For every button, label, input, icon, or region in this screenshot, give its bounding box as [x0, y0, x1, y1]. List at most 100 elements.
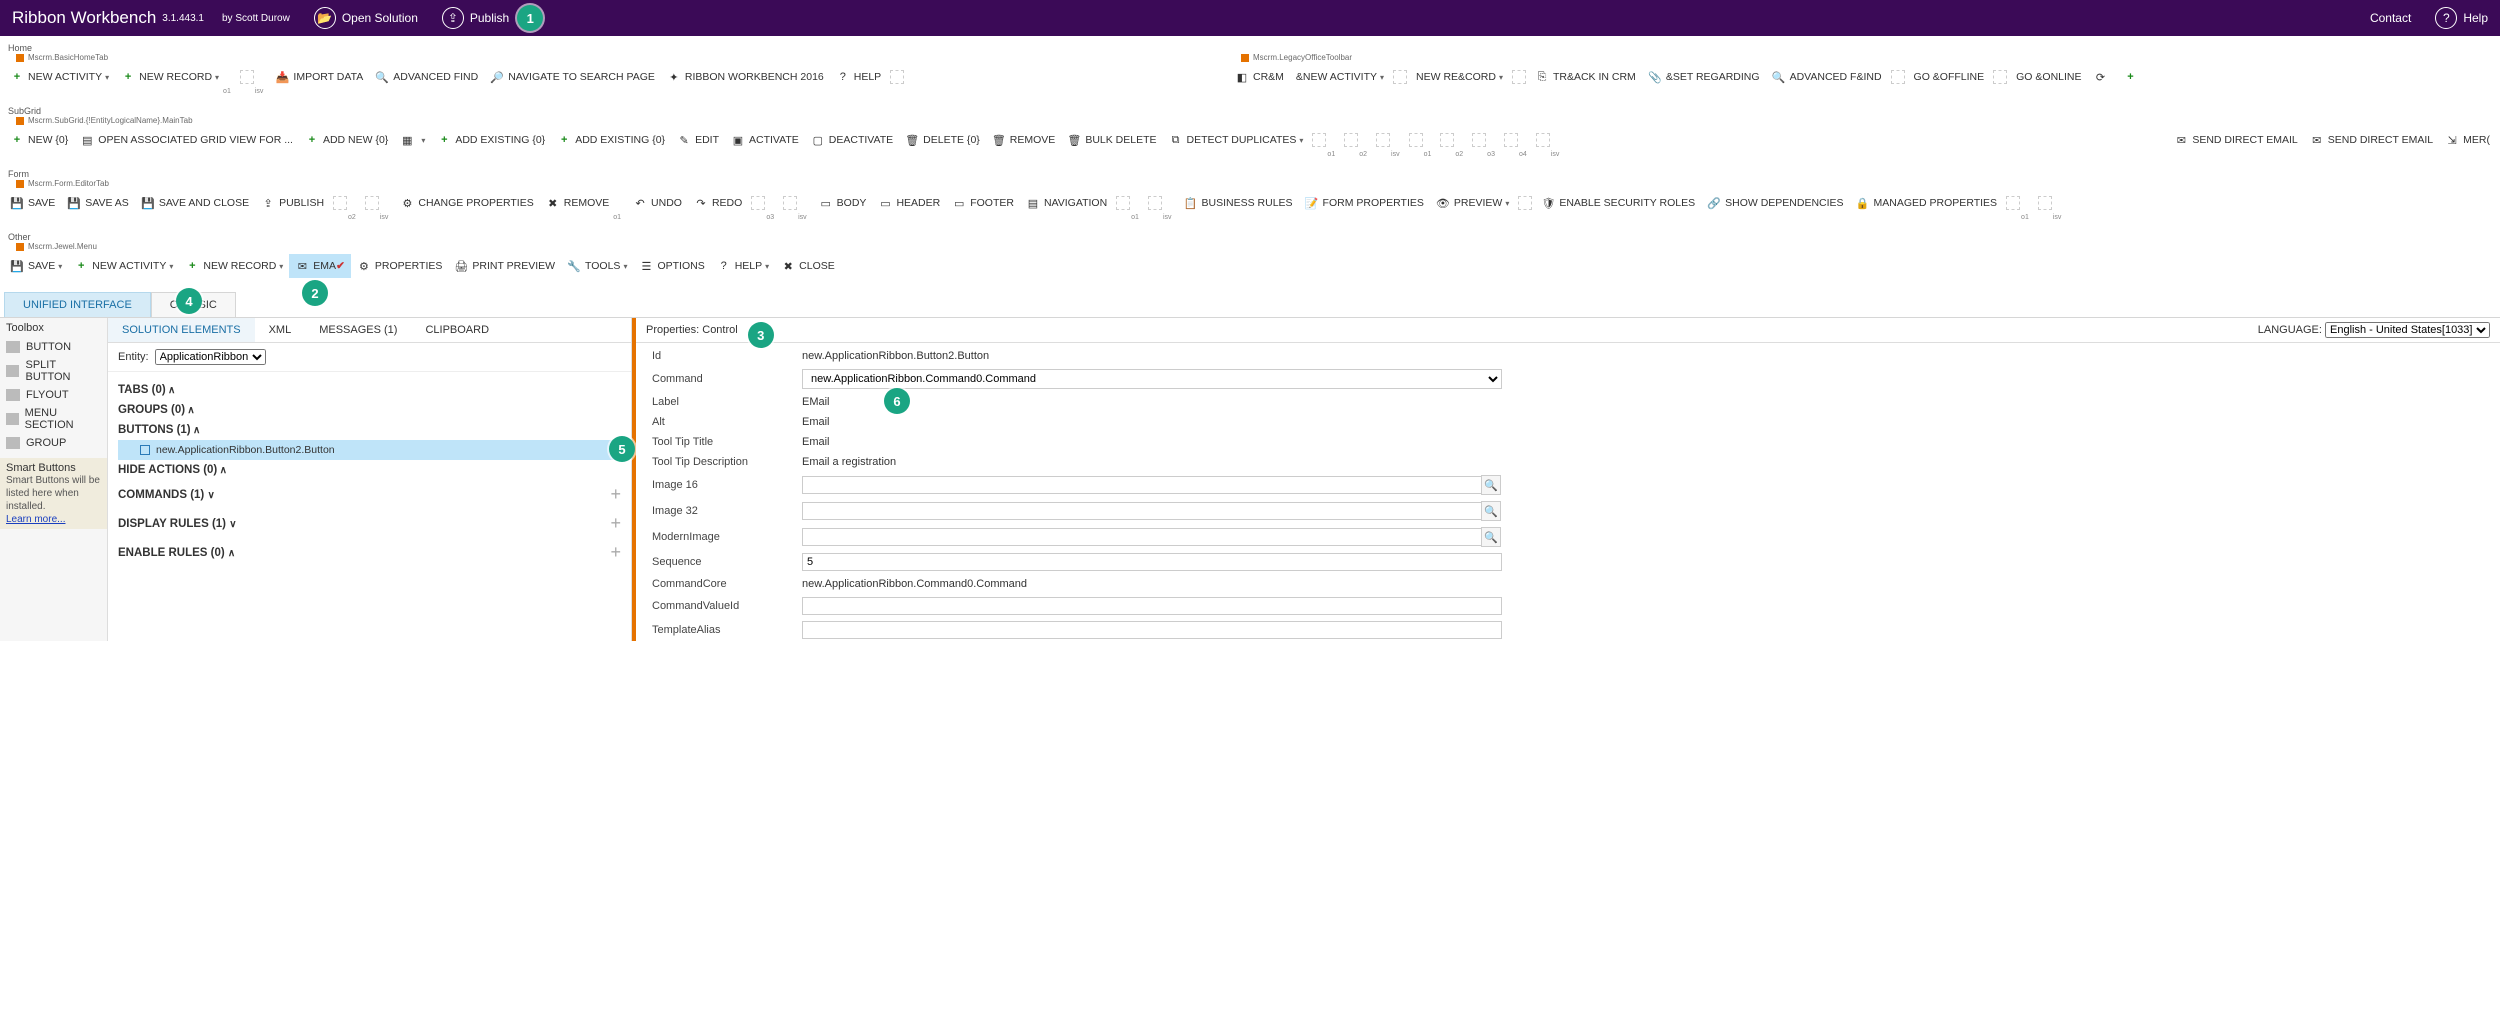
prop-templatealias-input[interactable] [802, 621, 1502, 639]
lookup-button[interactable]: 🔍 [1481, 527, 1501, 547]
prop-label-value[interactable]: EMail [802, 394, 830, 410]
activate-button[interactable]: ▣ACTIVATE [725, 128, 805, 152]
subtab-clipboard[interactable]: CLIPBOARD [411, 318, 503, 342]
placeholder-slot[interactable] [1393, 70, 1407, 84]
placeholder-slot[interactable] [333, 196, 347, 210]
placeholder-slot[interactable] [2038, 196, 2052, 210]
prop-modernimage-input[interactable] [802, 528, 1482, 546]
tree-display[interactable]: DISPLAY RULES (1) ∨+ [118, 509, 621, 538]
placeholder-slot[interactable] [1472, 133, 1486, 147]
other-new-record-button[interactable]: +NEW RECORD▾ [179, 254, 289, 278]
merge-button[interactable]: ⇲MER( [2439, 128, 2496, 152]
prop-commandvalueid-input[interactable] [802, 597, 1502, 615]
save-button[interactable]: 💾SAVE [4, 191, 61, 215]
subtab-xml[interactable]: XML [255, 318, 306, 342]
email-ribbon-button[interactable]: ✉EMA✔ [289, 254, 351, 278]
add-existing2-button[interactable]: +ADD EXISTING {0} [551, 128, 671, 152]
tree-commands[interactable]: COMMANDS (1) ∨+ [118, 480, 621, 509]
business-rules-button[interactable]: 📋BUSINESS RULES [1178, 191, 1299, 215]
close-button[interactable]: ✖CLOSE [775, 254, 841, 278]
tree-tabs[interactable]: TABS (0)∧ [118, 380, 621, 400]
lookup-button[interactable]: 🔍 [1481, 501, 1501, 521]
properties-button[interactable]: ⚙PROPERTIES [351, 254, 449, 278]
bulk-delete-button[interactable]: 🗑BULK DELETE [1061, 128, 1162, 152]
help-button[interactable]: ? Help [2435, 7, 2488, 29]
placeholder-slot[interactable] [890, 70, 904, 84]
placeholder-slot[interactable] [1440, 133, 1454, 147]
footer-button[interactable]: ▭FOOTER [946, 191, 1020, 215]
advanced-find-b-button[interactable]: 🔍ADVANCED F&IND [1766, 65, 1888, 89]
tree-buttons[interactable]: BUTTONS (1)∧ [118, 420, 621, 440]
body-button[interactable]: ▭BODY [813, 191, 873, 215]
send-direct-email-button[interactable]: ✉SEND DIRECT EMAIL [2168, 128, 2303, 152]
placeholder-slot[interactable] [365, 196, 379, 210]
placeholder-slot[interactable] [1993, 70, 2007, 84]
contact-link[interactable]: Contact [2370, 11, 2411, 25]
subtab-solution-elements[interactable]: SOLUTION ELEMENTS [108, 318, 255, 342]
redo-button[interactable]: ↷REDO [688, 191, 748, 215]
tools-button[interactable]: 🔧TOOLS▾ [561, 254, 633, 278]
placeholder-slot[interactable] [1116, 196, 1130, 210]
add-display-rule-button[interactable]: + [610, 513, 621, 534]
placeholder-slot[interactable] [1512, 70, 1526, 84]
ribbon-workbench-button[interactable]: ✦RIBBON WORKBENCH 2016 [661, 65, 830, 89]
placeholder-slot[interactable] [2006, 196, 2020, 210]
placeholder-slot[interactable] [1312, 133, 1326, 147]
tree-enable[interactable]: ENABLE RULES (0) ∧+ [118, 538, 621, 567]
toolbox-item-group[interactable]: GROUP [6, 434, 101, 452]
placeholder-slot[interactable] [1148, 196, 1162, 210]
placeholder-slot[interactable] [1344, 133, 1358, 147]
toolbox-item-menusection[interactable]: MENU SECTION [6, 404, 101, 434]
deactivate-button[interactable]: ▢DEACTIVATE [805, 128, 899, 152]
open-solution-button[interactable]: 📂 Open Solution [314, 7, 418, 29]
placeholder-slot[interactable] [1891, 70, 1905, 84]
entity-select[interactable]: ApplicationRibbon [155, 349, 266, 365]
tree-button-item[interactable]: new.ApplicationRibbon.Button2.Button 5 [118, 440, 621, 460]
placeholder-slot[interactable] [751, 196, 765, 210]
track-in-crm-button[interactable]: ⎘TR&ACK IN CRM [1529, 65, 1642, 89]
navigation-button[interactable]: ▤NAVIGATION [1020, 191, 1113, 215]
show-dependencies-button[interactable]: 🔗SHOW DEPENDENCIES [1701, 191, 1849, 215]
managed-props-button[interactable]: 🔒MANAGED PROPERTIES [1850, 191, 2004, 215]
new-activity-button[interactable]: +NEW ACTIVITY▾ [4, 65, 115, 89]
refresh-button[interactable]: ⟳ [2088, 65, 2118, 89]
placeholder-slot[interactable] [1376, 133, 1390, 147]
other-help-button[interactable]: ?HELP▾ [711, 254, 775, 278]
open-assoc-grid-button[interactable]: ▤OPEN ASSOCIATED GRID VIEW FOR ... [74, 128, 299, 152]
toolbox-item-button[interactable]: BUTTON [6, 338, 101, 356]
learn-more-link[interactable]: Learn more... [6, 514, 65, 525]
prop-tooltiptitle-value[interactable]: Email [802, 434, 830, 450]
new-record-b-button[interactable]: NEW RE&CORD▾ [1410, 65, 1509, 89]
placeholder-slot[interactable] [1504, 133, 1518, 147]
go-online-button[interactable]: GO &ONLINE [2010, 65, 2087, 89]
tree-groups[interactable]: GROUPS (0)∧ [118, 400, 621, 420]
language-select[interactable]: English - United States[1033] [2325, 322, 2490, 338]
placeholder-slot[interactable] [783, 196, 797, 210]
new-entity-button[interactable]: +NEW {0} [4, 128, 74, 152]
remove-button[interactable]: 🗑REMOVE [986, 128, 1062, 152]
advanced-find-button[interactable]: 🔍ADVANCED FIND [369, 65, 484, 89]
prop-alt-value[interactable]: Email [802, 414, 830, 430]
add-command-button[interactable]: + [610, 484, 621, 505]
new-activity-b-button[interactable]: &NEW ACTIVITY▾ [1290, 65, 1390, 89]
placeholder-slot[interactable] [1518, 196, 1532, 210]
tab-unified[interactable]: UNIFIED INTERFACE [4, 292, 151, 317]
remove-form-button[interactable]: ✖REMOVE [540, 191, 616, 215]
add-button[interactable]: + [2118, 65, 2148, 89]
import-data-button[interactable]: 📥IMPORT DATA [269, 65, 369, 89]
new-record-button[interactable]: +NEW RECORD▾ [115, 65, 225, 89]
delete-button[interactable]: 🗑DELETE {0} [899, 128, 986, 152]
help-ribbon-button[interactable]: ?HELP [830, 65, 887, 89]
send-direct-email2-button[interactable]: ✉SEND DIRECT EMAIL [2304, 128, 2439, 152]
set-regarding-button[interactable]: 📎&SET REGARDING [1642, 65, 1766, 89]
toolbox-item-splitbutton[interactable]: SPLIT BUTTON [6, 356, 101, 386]
prop-image32-input[interactable] [802, 502, 1482, 520]
save-as-button[interactable]: 💾SAVE AS [61, 191, 135, 215]
undo-button[interactable]: ↶UNDO [627, 191, 688, 215]
other-new-activity-button[interactable]: +NEW ACTIVITY▾ [68, 254, 179, 278]
print-preview-button[interactable]: 🖨PRINT PREVIEW [448, 254, 561, 278]
other-save-button[interactable]: 💾SAVE▾ [4, 254, 68, 278]
header-button[interactable]: ▭HEADER [872, 191, 946, 215]
prop-tooltipdesc-value[interactable]: Email a registration [802, 454, 896, 470]
enable-security-button[interactable]: 🛡ENABLE SECURITY ROLES [1535, 191, 1701, 215]
